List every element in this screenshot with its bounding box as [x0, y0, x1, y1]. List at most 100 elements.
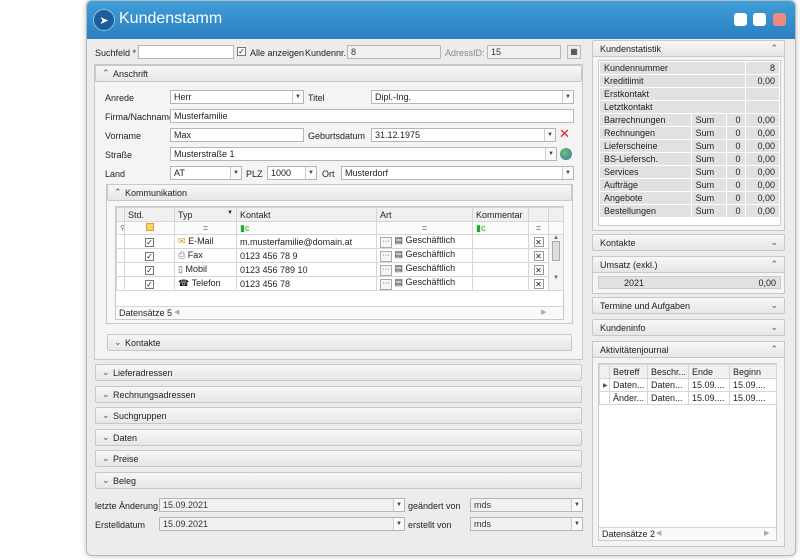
filter-std-cell[interactable] [124, 221, 175, 235]
filter-kontakt-cell[interactable]: ▮c [236, 221, 377, 235]
delete-row-icon[interactable]: ✕ [533, 236, 544, 247]
anrede-select[interactable]: Herr ▼ [170, 90, 304, 104]
maximize-button[interactable] [753, 13, 766, 26]
kontakt-value: 0123 456 789 10 [240, 264, 308, 275]
delete-row-icon[interactable]: ✕ [533, 250, 544, 261]
statistik-header[interactable]: Kundenstatistik ⌃ [592, 40, 785, 57]
titel-select[interactable]: Dipl.-Ing. ▼ [371, 90, 574, 104]
row-kommentar-cell[interactable] [472, 234, 529, 249]
table-row[interactable]: ✓ ▯ Mobil 0123 456 789 10 ··· ▤ Geschäft… [116, 262, 564, 277]
strasse-input[interactable]: Musterstraße 1 ▼ [170, 147, 557, 161]
row-kontakt-cell[interactable]: 0123 456 789 10 [236, 262, 377, 277]
filter-art-cell[interactable]: = [376, 221, 473, 235]
typ-value: E-Mail [188, 236, 214, 246]
termine-section[interactable]: Termine und Aufgaben ⌄ [592, 297, 785, 314]
show-all-checkbox[interactable]: ✓ [237, 46, 246, 56]
chevron-up-icon: ⌃ [770, 344, 778, 354]
chevron-down-icon: ▼ [393, 499, 404, 511]
journal-header[interactable]: Aktivitätenjournal ⌃ [592, 341, 785, 358]
row-std-cell[interactable]: ✓ [124, 234, 175, 249]
address-card-icon[interactable]: ▦ [567, 45, 581, 59]
minimize-button[interactable] [734, 13, 747, 26]
stat-agg: Sum [690, 113, 728, 127]
row-kommentar-cell[interactable] [472, 276, 529, 291]
table-row[interactable]: ✓ ⎙ Fax 0123 456 78 9 ··· ▤ Geschäftlich… [116, 248, 564, 263]
filter-typ-cell[interactable]: = [174, 221, 237, 235]
std-checkbox[interactable]: ✓ [145, 265, 154, 275]
kontakte-right-section[interactable]: Kontakte ⌄ [592, 234, 785, 251]
table-row[interactable]: ✓ ☎ Telefon 0123 456 78 ··· ▤ Geschäftli… [116, 276, 564, 291]
beleg-section[interactable]: ⌄ Beleg [95, 472, 582, 489]
filter-kommentar-cell[interactable]: ▮c [472, 221, 529, 235]
vorname-input[interactable]: Max [170, 128, 304, 142]
land-select[interactable]: AT ▼ [170, 166, 242, 180]
row-indicator [599, 391, 610, 405]
row-kommentar-cell[interactable] [472, 248, 529, 263]
geburt-input[interactable]: 31.12.1975 ▼ [371, 128, 556, 142]
grid-header-art[interactable]: Art [376, 207, 473, 222]
more-button[interactable]: ··· [380, 237, 392, 248]
row-kontakt-cell[interactable]: m.musterfamilie@domain.at [236, 234, 377, 249]
row-kontakt-cell[interactable]: 0123 456 78 9 [236, 248, 377, 263]
more-button[interactable]: ··· [380, 265, 392, 276]
close-button[interactable] [773, 13, 786, 26]
search-input[interactable] [138, 45, 234, 59]
globe-icon[interactable] [560, 148, 572, 160]
umsatz-header[interactable]: Umsatz (exkl.) ⌃ [592, 256, 785, 273]
row-std-cell[interactable]: ✓ [124, 248, 175, 263]
geaendert-label: geändert von [408, 501, 461, 511]
ort-select[interactable]: Musterdorf ▼ [341, 166, 574, 180]
kundeninfo-section[interactable]: Kundeninfo ⌄ [592, 319, 785, 336]
row-std-cell[interactable]: ✓ [124, 262, 175, 277]
section-title: Kundeninfo [600, 323, 646, 333]
row-kontakt-cell[interactable]: 0123 456 78 [236, 276, 377, 291]
std-checkbox[interactable]: ✓ [145, 279, 154, 289]
std-checkbox[interactable]: ✓ [145, 251, 154, 261]
firma-input[interactable]: Musterfamilie [170, 109, 574, 123]
daten-section[interactable]: ⌄ Daten [95, 429, 582, 446]
row-art-cell[interactable]: ··· ▤ Geschäftlich [376, 276, 473, 291]
scroll-right-icon[interactable]: ▶ [541, 307, 546, 319]
more-button[interactable]: ··· [380, 251, 392, 262]
rechnungsadressen-section[interactable]: ⌄ Rechnungsadressen [95, 386, 582, 403]
clear-date-icon[interactable]: ✕ [559, 127, 570, 141]
std-checkbox[interactable]: ✓ [145, 237, 154, 247]
scroll-left-icon[interactable]: ◀ [656, 528, 661, 540]
journal-header-betreff[interactable]: Betreff [609, 364, 648, 379]
grid-header-std[interactable]: Std. [124, 207, 175, 222]
journal-header-beginn[interactable]: Beginn [729, 364, 777, 379]
stat-label: Kreditlimit [599, 74, 746, 88]
section-title: Lieferadressen [113, 368, 173, 378]
suchgruppen-section[interactable]: ⌄ Suchgruppen [95, 407, 582, 424]
grid-header-typ[interactable]: Typ ▼ [174, 207, 237, 222]
lieferadressen-section[interactable]: ⌄ Lieferadressen [95, 364, 582, 381]
delete-row-icon[interactable]: ✕ [533, 278, 544, 289]
scroll-left-icon[interactable]: ◀ [174, 307, 179, 319]
more-button[interactable]: ··· [380, 279, 392, 290]
delete-row-icon[interactable]: ✕ [533, 264, 544, 275]
scroll-right-icon[interactable]: ▶ [764, 528, 769, 540]
kommunikation-header[interactable]: ⌃ Kommunikation [107, 184, 572, 201]
table-row[interactable]: ✓ ✉ E-Mail m.musterfamilie@domain.at ···… [116, 234, 564, 291]
filter-actions-cell: = [528, 221, 549, 235]
row-art-cell[interactable]: ··· ▤ Geschäftlich [376, 234, 473, 249]
kontakte-subsection[interactable]: ⌄ Kontakte [107, 334, 572, 351]
row-art-cell[interactable]: ··· ▤ Geschäftlich [376, 248, 473, 263]
row-delete-cell: ✕ [528, 276, 549, 291]
grid-scrollbar[interactable]: ▲ ▼ [548, 234, 564, 291]
journal-header-ende[interactable]: Ende [688, 364, 730, 379]
grid-header-kontakt[interactable]: Kontakt [236, 207, 377, 222]
grid-header-kommentar[interactable]: Kommentar [472, 207, 529, 222]
row-kommentar-cell[interactable] [472, 262, 529, 277]
journal-header-beschreibung[interactable]: Beschr... [647, 364, 689, 379]
stat-agg: Sum [690, 178, 728, 192]
table-row[interactable]: ▶ Daten... Daten... 15.09.... 15.09.... [599, 378, 777, 392]
anschrift-header[interactable]: ⌃ Anschrift [95, 65, 582, 82]
row-std-cell[interactable]: ✓ [124, 276, 175, 291]
row-art-cell[interactable]: ··· ▤ Geschäftlich [376, 262, 473, 277]
stat-agg: Sum [690, 165, 728, 179]
plz-select[interactable]: 1000 ▼ [267, 166, 317, 180]
preise-section[interactable]: ⌄ Preise [95, 450, 582, 467]
email-icon: ✉ [178, 236, 186, 246]
table-row[interactable]: Änder... Daten... 15.09.... 15.09.... [599, 391, 777, 405]
